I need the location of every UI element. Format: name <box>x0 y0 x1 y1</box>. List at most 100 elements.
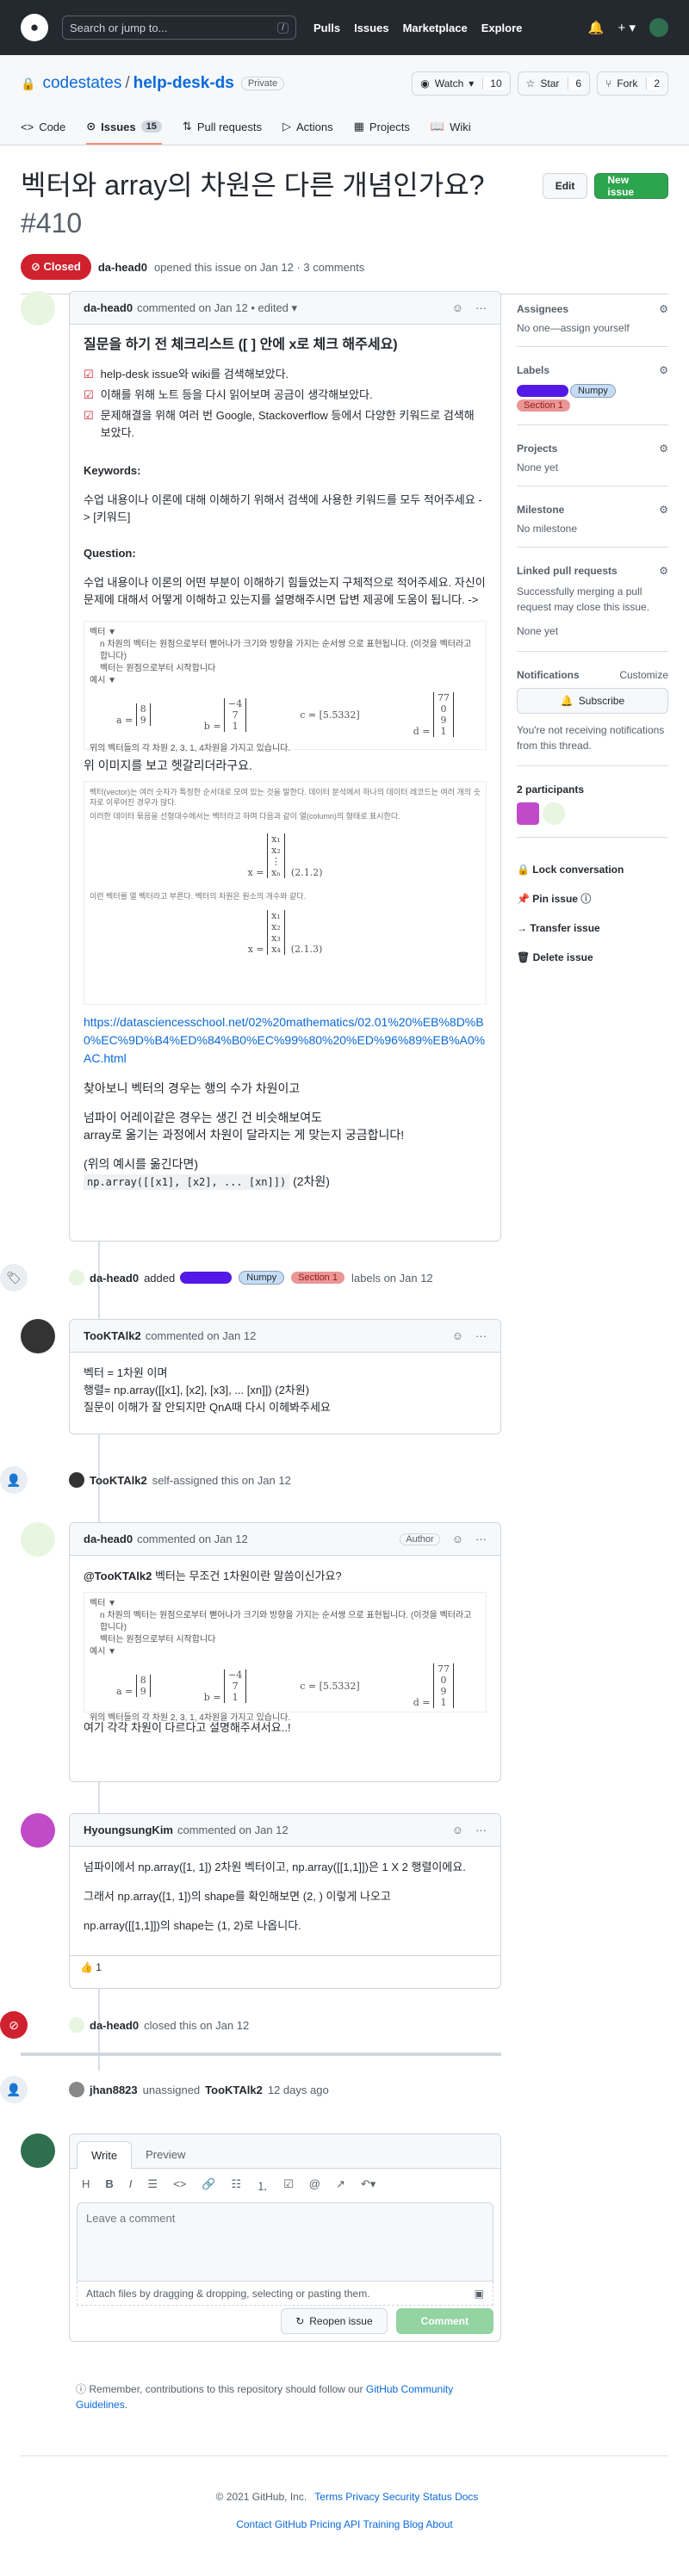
repo-name[interactable]: help-desk-ds <box>133 74 234 93</box>
attach-bar[interactable]: Attach files by dragging & dropping, sel… <box>77 2282 493 2306</box>
footer-link[interactable]: Security <box>382 2491 419 2503</box>
footer-link[interactable]: Contact GitHub <box>236 2518 307 2530</box>
event-author[interactable]: jhan8823 <box>90 2084 138 2096</box>
tab-code[interactable]: <> Code <box>21 110 65 145</box>
avatar[interactable] <box>21 1319 55 1353</box>
footer-link[interactable]: API <box>344 2518 360 2530</box>
github-logo-icon[interactable]: ● <box>21 14 48 41</box>
delete-issue-button[interactable]: 🗑 Delete issue <box>517 943 668 972</box>
repo-owner[interactable]: codestates <box>42 74 121 93</box>
avatar[interactable] <box>21 1813 55 1848</box>
link-icon[interactable]: 🔗 <box>202 2177 215 2194</box>
milestone-heading[interactable]: Milestone <box>517 504 564 516</box>
nav-pulls[interactable]: Pulls <box>313 22 340 34</box>
edit-button[interactable]: Edit <box>542 173 588 199</box>
pin-issue-button[interactable]: 📌 Pin issue ⓘ <box>517 884 668 913</box>
checkbox-checked-icon[interactable]: ☑ <box>84 407 94 442</box>
customize-link[interactable]: Customize <box>619 669 668 681</box>
nav-explore[interactable]: Explore <box>481 22 523 34</box>
kebab-icon[interactable]: ··· <box>475 301 487 314</box>
gear-icon[interactable]: ⚙ <box>659 504 668 516</box>
footer-link[interactable]: About <box>425 2518 452 2530</box>
avatar[interactable] <box>69 1472 84 1488</box>
mention-icon[interactable]: @ <box>309 2177 320 2194</box>
reference-icon[interactable]: ↗ <box>336 2177 345 2194</box>
assignees-heading[interactable]: Assignees <box>517 303 568 315</box>
numbered-list-icon[interactable]: ⒈ <box>257 2177 268 2194</box>
markdown-icon[interactable]: ▣ <box>475 2288 484 2300</box>
participant-avatar[interactable] <box>543 802 565 825</box>
comment-button[interactable]: Comment <box>395 2308 493 2334</box>
reopen-issue-button[interactable]: ↻ Reopen issue <box>281 2308 388 2334</box>
new-issue-button[interactable]: New issue <box>594 173 668 199</box>
tab-issues[interactable]: ⊙ Issues 15 <box>86 110 162 145</box>
label-section-1[interactable]: Section 1 <box>517 399 570 412</box>
watch-button[interactable]: ◉ Watch ▾ 10 <box>412 71 511 96</box>
kebab-icon[interactable]: ··· <box>475 1329 487 1342</box>
search-input[interactable]: Search or jump to... / <box>62 15 296 40</box>
reaction-thumbs-up[interactable]: 👍 1 <box>80 1961 102 1973</box>
linked-pr-heading[interactable]: Linked pull requests <box>517 565 618 577</box>
participant-avatar[interactable] <box>517 802 539 825</box>
transfer-issue-button[interactable]: → Transfer issue <box>517 913 668 943</box>
gear-icon[interactable]: ⚙ <box>659 364 668 376</box>
avatar[interactable] <box>69 2017 84 2033</box>
footer-link[interactable]: Privacy <box>345 2491 379 2503</box>
bullet-list-icon[interactable]: ☷ <box>231 2177 241 2194</box>
gear-icon[interactable]: ⚙ <box>659 565 668 577</box>
italic-icon[interactable]: I <box>129 2177 133 2194</box>
kebab-icon[interactable]: ··· <box>475 1824 487 1836</box>
user-mention[interactable]: @TooKTAlk2 <box>84 1570 152 1582</box>
bold-icon[interactable]: B <box>105 2177 113 2194</box>
tab-wiki[interactable]: 📖 Wiki <box>431 110 471 145</box>
footer-link[interactable]: Pricing <box>310 2518 342 2530</box>
avatar[interactable] <box>21 1522 55 1557</box>
avatar[interactable] <box>649 18 668 37</box>
star-button[interactable]: ☆ Star 6 <box>517 71 591 96</box>
tab-preview[interactable]: Preview <box>132 2141 199 2168</box>
kebab-icon[interactable]: ··· <box>475 1533 487 1545</box>
gear-icon[interactable]: ⚙ <box>659 443 668 455</box>
smiley-icon[interactable]: ☺ <box>452 1533 463 1545</box>
footer-link[interactable]: Training <box>363 2518 400 2530</box>
event-author[interactable]: da-head0 <box>90 2019 139 2032</box>
tab-write[interactable]: Write <box>77 2141 133 2169</box>
nav-marketplace[interactable]: Marketplace <box>403 22 468 34</box>
tab-pull-requests[interactable]: ⇅ Pull requests <box>183 110 262 145</box>
subscribe-button[interactable]: 🔔 Subscribe <box>517 688 668 714</box>
label-question[interactable]: Question <box>180 1272 233 1284</box>
tab-projects[interactable]: ▦ Projects <box>354 110 410 145</box>
quote-icon[interactable]: ☰ <box>147 2177 158 2194</box>
fork-button[interactable]: ⑂ Fork 2 <box>597 71 668 96</box>
task-list-icon[interactable]: ☑ <box>283 2177 294 2194</box>
lock-conversation-button[interactable]: 🔒 Lock conversation <box>517 855 668 884</box>
label-section-1[interactable]: Section 1 <box>291 1272 344 1284</box>
footer-link[interactable]: Terms <box>314 2491 343 2503</box>
reply-icon[interactable]: ↶▾ <box>361 2177 376 2194</box>
reference-link[interactable]: https://datasciencesschool.net/02%20math… <box>84 1015 485 1065</box>
avatar[interactable] <box>69 2082 84 2097</box>
projects-heading[interactable]: Projects <box>517 443 557 455</box>
comment-author[interactable]: HyoungsungKim <box>84 1824 173 1836</box>
footer-link[interactable]: Blog <box>403 2518 424 2530</box>
plus-icon[interactable]: + ▾ <box>618 20 636 35</box>
smiley-icon[interactable]: ☺ <box>452 1329 463 1342</box>
label-question[interactable]: Question <box>517 385 569 397</box>
checkbox-checked-icon[interactable]: ☑ <box>84 387 94 404</box>
event-target[interactable]: TooKTAlk2 <box>205 2084 263 2096</box>
event-author[interactable]: TooKTAlk2 <box>90 1474 147 1487</box>
comment-author[interactable]: TooKTAlk2 <box>84 1329 141 1342</box>
nav-issues[interactable]: Issues <box>354 22 388 34</box>
event-author[interactable]: da-head0 <box>90 1272 139 1285</box>
assignees-value[interactable]: No one—assign yourself <box>517 322 668 347</box>
footer-link[interactable]: Docs <box>455 2491 478 2503</box>
issue-author[interactable]: da-head0 <box>98 261 147 274</box>
label-numpy[interactable]: Numpy <box>570 384 616 398</box>
labels-heading[interactable]: Labels <box>517 364 549 376</box>
comment-author[interactable]: da-head0 <box>84 301 133 314</box>
code-icon[interactable]: <> <box>173 2177 186 2194</box>
label-numpy[interactable]: Numpy <box>239 1271 285 1285</box>
avatar[interactable] <box>21 2133 55 2168</box>
comment-textarea[interactable]: Leave a comment <box>77 2202 493 2282</box>
smiley-icon[interactable]: ☺ <box>452 301 463 314</box>
